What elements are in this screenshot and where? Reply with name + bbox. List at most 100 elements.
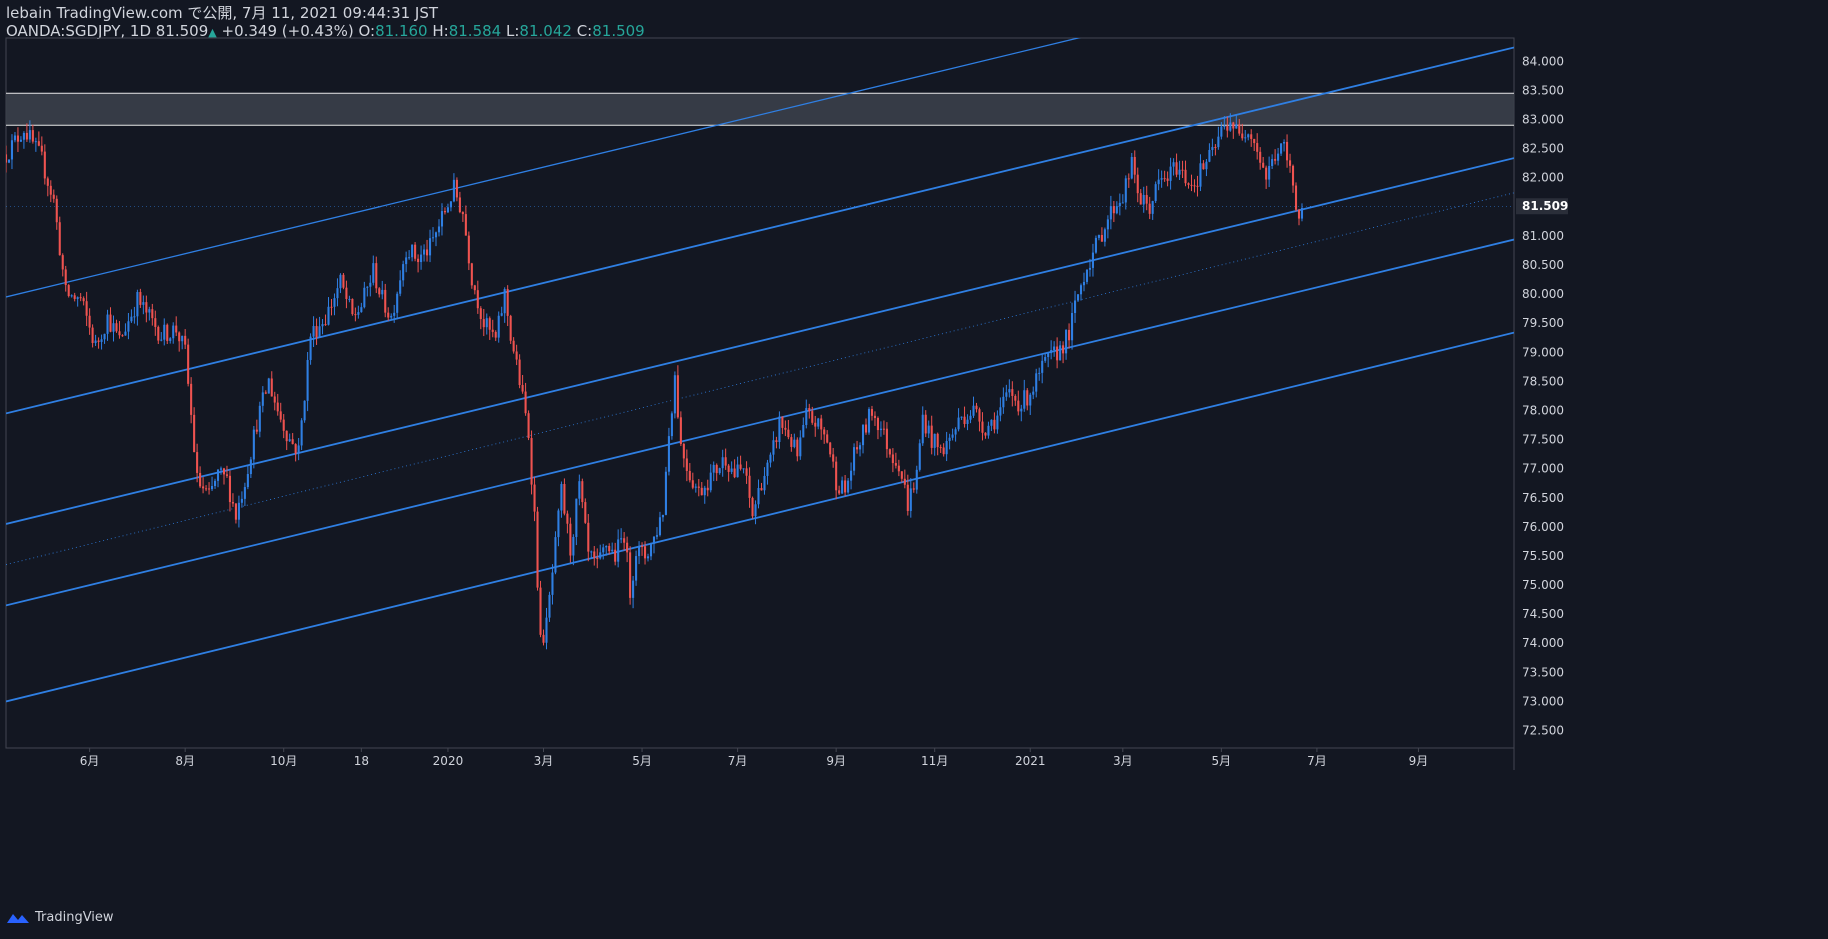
candle-body xyxy=(1103,229,1106,242)
candle-body xyxy=(1142,194,1145,205)
candle-body xyxy=(431,237,435,239)
candle-body xyxy=(1071,313,1074,341)
y-tick-label: 75.500 xyxy=(1522,549,1564,563)
candle-body xyxy=(536,511,539,588)
candle-body xyxy=(503,289,506,314)
candle-body xyxy=(1286,141,1289,161)
candle-body xyxy=(975,405,978,410)
candle-body xyxy=(539,587,542,635)
candle-body xyxy=(336,288,339,299)
channel-line xyxy=(6,331,1514,703)
candle-body xyxy=(291,439,294,445)
candle-body xyxy=(70,295,73,297)
candle-body xyxy=(551,572,554,595)
candle-body xyxy=(7,159,11,163)
candle-body xyxy=(151,309,154,319)
candle-body xyxy=(945,440,948,455)
candle-body xyxy=(596,557,599,559)
candle-body xyxy=(1023,390,1026,409)
candle-body xyxy=(856,447,859,450)
candle-body xyxy=(593,551,596,558)
candle-body xyxy=(948,437,951,441)
y-tick-label: 78.000 xyxy=(1522,403,1564,417)
candle-body xyxy=(966,419,969,425)
candle-body xyxy=(667,436,670,472)
candle-body xyxy=(882,428,885,430)
candle-body xyxy=(954,429,957,435)
candle-body xyxy=(909,488,912,511)
candle-body xyxy=(1163,178,1166,180)
footer-brand[interactable]: TradingView xyxy=(6,910,114,925)
candle-body xyxy=(673,375,676,414)
candle-body xyxy=(363,287,366,308)
candle-body xyxy=(649,543,653,557)
candle-body xyxy=(285,430,288,442)
candle-body xyxy=(1056,346,1059,361)
candle-body xyxy=(984,432,987,436)
candle-body xyxy=(172,325,175,339)
candle-body xyxy=(464,214,467,236)
candle-body xyxy=(381,289,384,295)
candle-body xyxy=(1196,185,1199,187)
candle-body xyxy=(31,130,34,142)
candle-body xyxy=(724,457,727,466)
candle-body xyxy=(769,454,772,463)
candle-body xyxy=(237,502,240,520)
candle-body xyxy=(428,238,432,256)
candle-body xyxy=(196,452,199,473)
candle-body xyxy=(939,447,942,449)
candle-body xyxy=(139,292,142,305)
candle-body xyxy=(1005,392,1008,397)
y-tick-label: 79.500 xyxy=(1522,316,1564,330)
last-price-label: 81.509 xyxy=(1522,199,1568,213)
candle-body xyxy=(617,539,620,562)
candle-body xyxy=(452,179,455,202)
candle-body xyxy=(1020,408,1023,412)
channel-line xyxy=(6,157,1514,525)
y-tick-label: 77.500 xyxy=(1522,433,1564,447)
candle-body xyxy=(957,417,960,430)
candle-body xyxy=(670,413,673,437)
candle-body xyxy=(458,197,461,213)
candle-body xyxy=(518,359,521,386)
candle-body xyxy=(396,293,399,313)
candle-body xyxy=(906,484,909,511)
x-tick-label: 5月 xyxy=(1212,754,1232,768)
candle-body xyxy=(679,417,682,444)
candle-body xyxy=(766,462,769,476)
candle-body xyxy=(1211,147,1214,150)
price-chart[interactable]: 72.500 73.000 73.500 74.000 74.500 75.000 75.5… xyxy=(0,0,1828,939)
candle-body xyxy=(216,469,220,481)
candle-body xyxy=(930,425,933,448)
candle-body xyxy=(408,257,411,259)
candle-body xyxy=(318,326,321,338)
candle-body xyxy=(566,513,569,524)
candle-body xyxy=(1229,122,1232,131)
y-tick-label: 76.500 xyxy=(1522,491,1564,505)
candle-body xyxy=(1268,165,1271,180)
candle-body xyxy=(826,434,829,443)
candle-body xyxy=(605,545,608,548)
candle-body xyxy=(127,321,130,332)
candle-body xyxy=(1148,203,1151,214)
candle-body xyxy=(721,457,724,469)
plot-area xyxy=(6,38,1514,703)
candle-body xyxy=(273,396,276,403)
candle-body xyxy=(366,286,369,288)
y-tick-label: 74.000 xyxy=(1522,636,1564,650)
candle-body xyxy=(867,409,871,433)
candle-body xyxy=(1166,178,1169,181)
candle-body xyxy=(751,497,754,517)
candle-body xyxy=(1169,166,1172,181)
candle-body xyxy=(736,464,739,478)
candle-body xyxy=(554,537,557,573)
candle-body xyxy=(694,486,697,488)
candle-body xyxy=(742,468,745,470)
candle-body xyxy=(25,132,28,140)
candle-body xyxy=(360,307,363,313)
candle-body xyxy=(145,302,148,313)
candle-body xyxy=(351,298,354,315)
candle-body xyxy=(446,207,449,213)
candle-body xyxy=(778,416,781,443)
candle-body xyxy=(999,407,1002,416)
